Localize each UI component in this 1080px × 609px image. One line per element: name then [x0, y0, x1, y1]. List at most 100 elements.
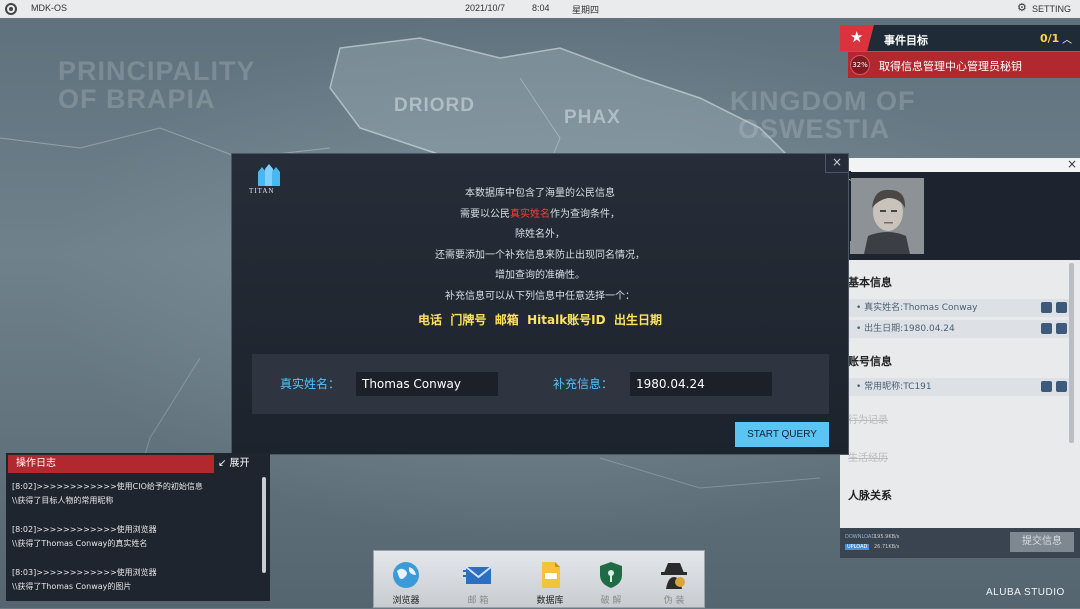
instruction-line: 需要以公民真实姓名作为查询条件，	[232, 205, 848, 226]
star-icon: ★	[850, 28, 864, 46]
instruction-line: 除姓名外，	[515, 229, 565, 240]
event-target-title: 事件目标	[884, 34, 928, 47]
section-life-experience: 生活经历	[848, 453, 888, 464]
profile-photo-area: Thomas Conway	[840, 171, 1080, 260]
log-spacer	[12, 551, 258, 566]
dock-app-label: 伪 装	[663, 596, 685, 606]
event-target-header[interactable]: ★ 事件目标 0/1 ︿	[840, 25, 1080, 51]
instruction-line: 本数据库中包含了海量的公民信息	[465, 188, 615, 199]
operation-log-title: 操作日志	[8, 455, 214, 473]
hand-icon[interactable]	[1041, 381, 1052, 392]
submit-info-button[interactable]: 提交信息	[1010, 532, 1074, 552]
dock-app-crack[interactable]: 破 解	[581, 555, 641, 609]
profile-footer: DOWNLOAD 195.9KB/s UPLOAD 26.71KB/s 提交信息	[840, 528, 1080, 558]
region-label-driord: DRIORD	[394, 95, 475, 116]
spy-icon	[661, 563, 687, 589]
dock-app-label: 数据库	[536, 596, 564, 606]
log-line: [8:03]>>>>>>>>>>>>使用浏览器	[12, 568, 157, 577]
start-query-button[interactable]: START QUERY	[735, 422, 829, 447]
dock-app-disguise[interactable]: 伪 装	[644, 555, 704, 609]
event-progress-count: 0/1	[1040, 32, 1060, 45]
instruction-line: 还需要添加一个补充信息来防止出现同名情况，	[435, 249, 645, 261]
instruction-text: 作为查询条件，	[550, 208, 620, 220]
instruction-line: 补充信息可以从下列信息中任意选择一个：	[445, 290, 635, 302]
dock-app-label: 浏览器	[392, 596, 420, 606]
shield-icon[interactable]	[1041, 302, 1052, 313]
setting-button[interactable]: SETTING	[1032, 4, 1071, 14]
info-nickname-text: • 常用昵称:TC191	[856, 382, 932, 392]
document-icon[interactable]	[1056, 323, 1067, 334]
section-behavior-record: 行为记录	[848, 415, 888, 426]
info-real-name[interactable]: • 真实姓名:Thomas Conway	[848, 299, 1072, 317]
operation-log-panel: 操作日志 ↙ 展开 [8:02]>>>>>>>>>>>>使用CIO给予的初始信息…	[6, 453, 270, 601]
log-line: [8:02]>>>>>>>>>>>>使用CIO给予的初始信息	[12, 482, 203, 491]
system-weekday: 星期四	[572, 5, 600, 15]
region-label: KINGDOM OF	[730, 86, 916, 116]
expand-log-button[interactable]: ↙ 展开	[218, 455, 266, 473]
app-dock: 浏览器 邮 箱 数据库 破 解 伪 装	[373, 550, 705, 608]
supplementary-options: 电话 门牌号 邮箱 Hitalk账号ID 出生日期	[418, 313, 662, 327]
top-status-bar: MDK-OS 2021/10/7 8:04 星期四 ⚙ SETTING	[0, 0, 1080, 18]
log-line: \\获得了目标人物的常用昵称	[12, 496, 114, 505]
info-real-name-text: • 真实姓名:Thomas Conway	[856, 303, 978, 313]
real-name-label: 真实姓名：	[280, 377, 341, 391]
system-date: 2021/10/7	[465, 3, 506, 13]
dock-app-browser[interactable]: 浏览器	[376, 555, 436, 609]
database-query-dialog: × TITAN 本数据库中包含了海量的公民信息 需要以公民真实姓名作为查询条件，…	[231, 153, 849, 455]
studio-watermark: ALUBA STUDIO	[986, 587, 1065, 598]
objective-progress-badge: 32%	[850, 55, 870, 75]
event-objective-row[interactable]: 32% 取得信息管理中心管理员秘钥	[848, 52, 1080, 78]
event-target-panel: ★ 事件目标 0/1 ︿ 32% 取得信息管理中心管理员秘钥	[840, 25, 1080, 79]
objective-description: 取得信息管理中心管理员秘钥	[879, 60, 1022, 73]
chevron-up-icon[interactable]: ︿	[1062, 31, 1072, 46]
log-line: \\获得了Thomas Conway的真实姓名	[12, 539, 148, 548]
log-line: \\获得了Thomas Conway的图片	[12, 582, 132, 591]
mail-icon	[463, 566, 492, 584]
target-profile-panel: × Thomas Conway 基本信息 • 真实姓名:Thomas Conwa…	[840, 157, 1080, 558]
titan-logo-icon	[258, 164, 280, 186]
os-name: MDK-OS	[31, 3, 67, 13]
close-icon[interactable]: ×	[1067, 157, 1077, 171]
supplementary-info-input[interactable]: 1980.04.24	[630, 372, 772, 396]
upload-label: UPLOAD	[845, 544, 870, 550]
log-line: [8:02]>>>>>>>>>>>>使用浏览器	[12, 525, 157, 534]
download-label: DOWNLOAD	[845, 534, 876, 540]
target-portrait	[850, 178, 924, 254]
shield-lock-icon	[600, 562, 622, 588]
region-label: OF BRAPIA	[58, 84, 216, 114]
dock-app-database[interactable]: 数据库	[520, 555, 580, 609]
region-label: OSWESTIA	[738, 114, 891, 144]
instruction-text: 需要以公民	[460, 208, 510, 220]
section-account-info: 账号信息	[848, 355, 892, 368]
log-scrollbar[interactable]	[262, 477, 266, 573]
database-icon	[542, 562, 560, 588]
section-relationships: 人脉关系	[848, 489, 892, 502]
profile-scrollbar[interactable]	[1069, 263, 1074, 443]
download-speed: 195.9KB/s	[874, 534, 900, 540]
upload-speed: 26.71KB/s	[874, 544, 900, 550]
real-name-input[interactable]: Thomas Conway	[356, 372, 498, 396]
eye-logo-icon	[5, 3, 17, 15]
supplementary-info-label: 补充信息：	[553, 377, 614, 391]
log-entries: [8:02]>>>>>>>>>>>>使用CIO给予的初始信息 \\获得了目标人物…	[12, 480, 258, 594]
instruction-line: 增加查询的准确性。	[495, 270, 585, 281]
dock-app-label: 邮 箱	[467, 596, 489, 606]
query-form: 真实姓名： Thomas Conway 补充信息： 1980.04.24	[252, 354, 829, 414]
region-label: PRINCIPALITY	[58, 56, 256, 86]
info-nickname[interactable]: • 常用昵称:TC191	[848, 378, 1072, 396]
info-birthday[interactable]: • 出生日期:1980.04.24	[848, 320, 1072, 338]
document-icon[interactable]	[1056, 302, 1067, 313]
dock-app-label: 破 解	[600, 596, 622, 606]
section-basic-info: 基本信息	[848, 276, 892, 289]
dock-app-mail[interactable]: 邮 箱	[448, 555, 508, 609]
globe-icon[interactable]	[1056, 381, 1067, 392]
query-instructions: 本数据库中包含了海量的公民信息 需要以公民真实姓名作为查询条件， 除姓名外， 还…	[232, 184, 848, 333]
log-spacer	[12, 508, 258, 523]
portrait-image	[850, 178, 924, 254]
close-icon[interactable]: ×	[825, 154, 848, 173]
gear-icon[interactable]: ⚙	[1017, 3, 1027, 14]
globe-icon	[393, 562, 419, 588]
highlight-real-name: 真实姓名	[510, 208, 550, 220]
shield-icon[interactable]	[1041, 323, 1052, 334]
info-birthday-text: • 出生日期:1980.04.24	[856, 324, 955, 334]
